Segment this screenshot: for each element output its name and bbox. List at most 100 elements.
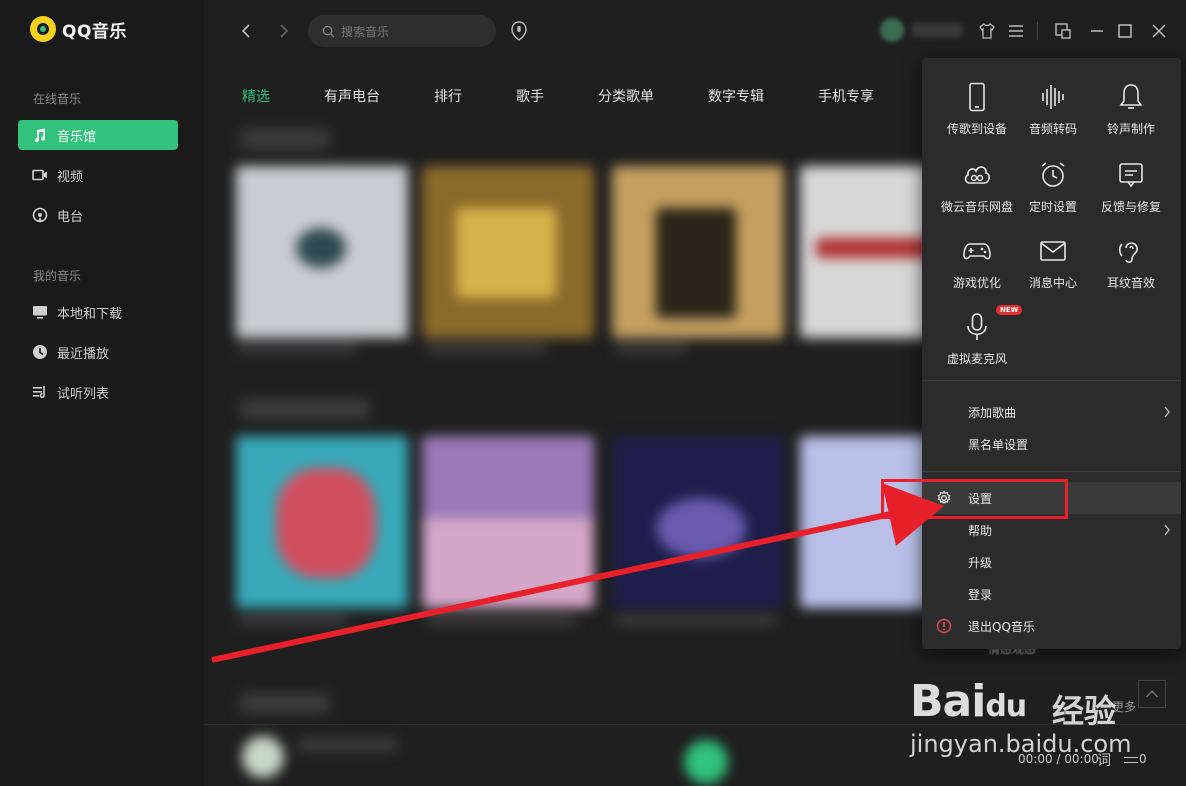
skin-icon[interactable] [978, 22, 996, 40]
close-icon[interactable] [1150, 22, 1168, 40]
tab-featured[interactable]: 精选 [242, 86, 324, 106]
menu-timer-settings[interactable]: 定时设置 [1012, 160, 1094, 215]
menu-grid-label: 音频转码 [1028, 122, 1077, 136]
section-online-music: 在线音乐 [33, 92, 82, 106]
bell-icon [1119, 84, 1143, 109]
back-arrow-icon[interactable] [238, 22, 256, 40]
section-my-music: 我的音乐 [33, 269, 82, 283]
app-logo: QQ音乐 [30, 16, 127, 42]
chevron-right-icon [1164, 524, 1170, 536]
waveform-icon [1042, 85, 1064, 109]
tab-singers[interactable]: 歌手 [516, 86, 598, 106]
menu-ringtone-maker[interactable]: 铃声制作 [1090, 82, 1172, 137]
alarm-icon [1041, 162, 1065, 187]
sidebar-item-label: 视频 [57, 169, 84, 185]
clock-icon [33, 345, 47, 359]
maximize-icon[interactable] [1116, 22, 1134, 40]
menu-icon[interactable] [1007, 22, 1025, 40]
watermark-logo: Baidu [910, 676, 1027, 727]
menu-ear-effect[interactable]: 耳纹音效 [1090, 236, 1172, 291]
menu-grid-label: 铃声制作 [1106, 122, 1155, 136]
menu-game-optimize[interactable]: 游戏优化 [936, 236, 1018, 291]
username[interactable] [912, 23, 962, 37]
music-note-icon [34, 128, 46, 143]
menu-divider [922, 471, 1181, 472]
qq-music-logo-icon [30, 16, 56, 42]
menu-blacklist-settings[interactable]: 黑名单设置 [922, 428, 1181, 460]
menu-row-label: 帮助 [968, 523, 993, 538]
ear-icon [1118, 242, 1138, 263]
menu-upgrade[interactable]: 升级 [922, 546, 1181, 578]
new-badge: NEW [996, 305, 1023, 315]
menu-grid-label: 反馈与修复 [1100, 200, 1161, 214]
menu-grid-label: 虚拟麦克风 [946, 352, 1007, 366]
tab-mobile-exclusive[interactable]: 手机专享 [818, 86, 918, 106]
annotation-highlight-box [881, 479, 1068, 519]
forward-arrow-icon[interactable] [274, 22, 292, 40]
category-tabs: 精选 有声电台 排行 歌手 分类歌单 数字专辑 手机专享 [242, 86, 918, 106]
app-name: QQ音乐 [62, 21, 127, 42]
menu-login[interactable]: 登录 [922, 578, 1181, 610]
watermark-logo-bai: Bai [910, 676, 986, 727]
menu-divider [922, 380, 1181, 381]
sidebar-item-music-hall[interactable]: 音乐馆 [18, 120, 178, 150]
sidebar-item-label: 最近播放 [57, 346, 110, 362]
menu-message-center[interactable]: 消息中心 [1012, 236, 1094, 291]
menu-row-label: 添加歌曲 [968, 405, 1017, 420]
baidu-jingyan-watermark: Baidu 经验 jingyan.baidu.com [910, 660, 1170, 770]
playlist-icon [33, 386, 45, 399]
radio-icon [32, 207, 48, 223]
tab-charts[interactable]: 排行 [434, 86, 516, 106]
menu-transfer-to-device[interactable]: 传歌到设备 [936, 82, 1018, 137]
main-menu-dropdown: 传歌到设备 音频转码 铃声制作 微云音乐网盘 定时设置 反馈与修复 游戏优化 消… [922, 58, 1181, 649]
warning-icon [936, 618, 952, 634]
sidebar-item-recent[interactable]: 最近播放 [18, 337, 178, 367]
menu-row-label: 退出QQ音乐 [968, 619, 1035, 634]
sidebar: QQ音乐 在线音乐 音乐馆 视频 电台 我的音乐 本地和下载 最近播放 试听列表 [0, 0, 204, 786]
search-placeholder: 搜索音乐 [341, 24, 390, 39]
menu-add-songs[interactable]: 添加歌曲 [922, 396, 1181, 428]
avatar[interactable] [880, 18, 904, 42]
menu-virtual-microphone[interactable]: 虚拟麦克风 NEW [936, 305, 1023, 367]
search-input[interactable]: 搜索音乐 [308, 15, 496, 47]
voice-search-icon[interactable] [510, 21, 528, 41]
toolbar-divider [1037, 22, 1038, 40]
search-icon [322, 25, 335, 38]
tab-audio-radio[interactable]: 有声电台 [324, 86, 434, 106]
sidebar-item-label: 音乐馆 [57, 129, 97, 145]
chevron-right-icon [1164, 406, 1170, 418]
sidebar-item-local-download[interactable]: 本地和下载 [18, 297, 178, 327]
sidebar-item-preview-list[interactable]: 试听列表 [18, 377, 178, 407]
menu-feedback-repair[interactable]: 反馈与修复 [1090, 160, 1172, 215]
monitor-icon [33, 306, 47, 319]
menu-row-label: 登录 [968, 587, 993, 602]
menu-grid-label: 定时设置 [1028, 200, 1077, 214]
sidebar-item-label: 本地和下载 [57, 306, 123, 322]
tab-playlists[interactable]: 分类歌单 [598, 86, 708, 106]
menu-weiyun-drive[interactable]: 微云音乐网盘 [936, 160, 1018, 215]
menu-grid-label: 消息中心 [1028, 276, 1077, 290]
sidebar-item-label: 试听列表 [57, 386, 110, 402]
gamepad-icon [963, 243, 991, 260]
menu-exit[interactable]: 退出QQ音乐 [922, 610, 1181, 642]
menu-grid-label: 微云音乐网盘 [940, 200, 1013, 214]
mini-mode-icon[interactable] [1054, 22, 1072, 40]
video-icon [32, 169, 47, 181]
menu-grid-label: 传歌到设备 [946, 122, 1007, 136]
sidebar-item-video[interactable]: 视频 [18, 160, 178, 190]
menu-grid-label: 游戏优化 [952, 276, 1001, 290]
phone-icon [969, 82, 985, 112]
cloud-icon [964, 166, 990, 184]
minimize-icon[interactable] [1088, 22, 1106, 40]
feedback-icon [1119, 163, 1143, 188]
menu-row-label: 黑名单设置 [968, 437, 1029, 452]
menu-audio-transcode[interactable]: 音频转码 [1012, 82, 1094, 137]
sidebar-item-label: 电台 [57, 209, 84, 225]
menu-row-label: 升级 [968, 555, 993, 570]
mail-icon [1040, 241, 1066, 261]
tab-digital-albums[interactable]: 数字专辑 [708, 86, 818, 106]
sidebar-item-radio[interactable]: 电台 [18, 200, 178, 230]
blurred-content [236, 118, 936, 786]
watermark-url: jingyan.baidu.com [910, 730, 1132, 758]
watermark-brand: 经验 [1052, 692, 1117, 730]
